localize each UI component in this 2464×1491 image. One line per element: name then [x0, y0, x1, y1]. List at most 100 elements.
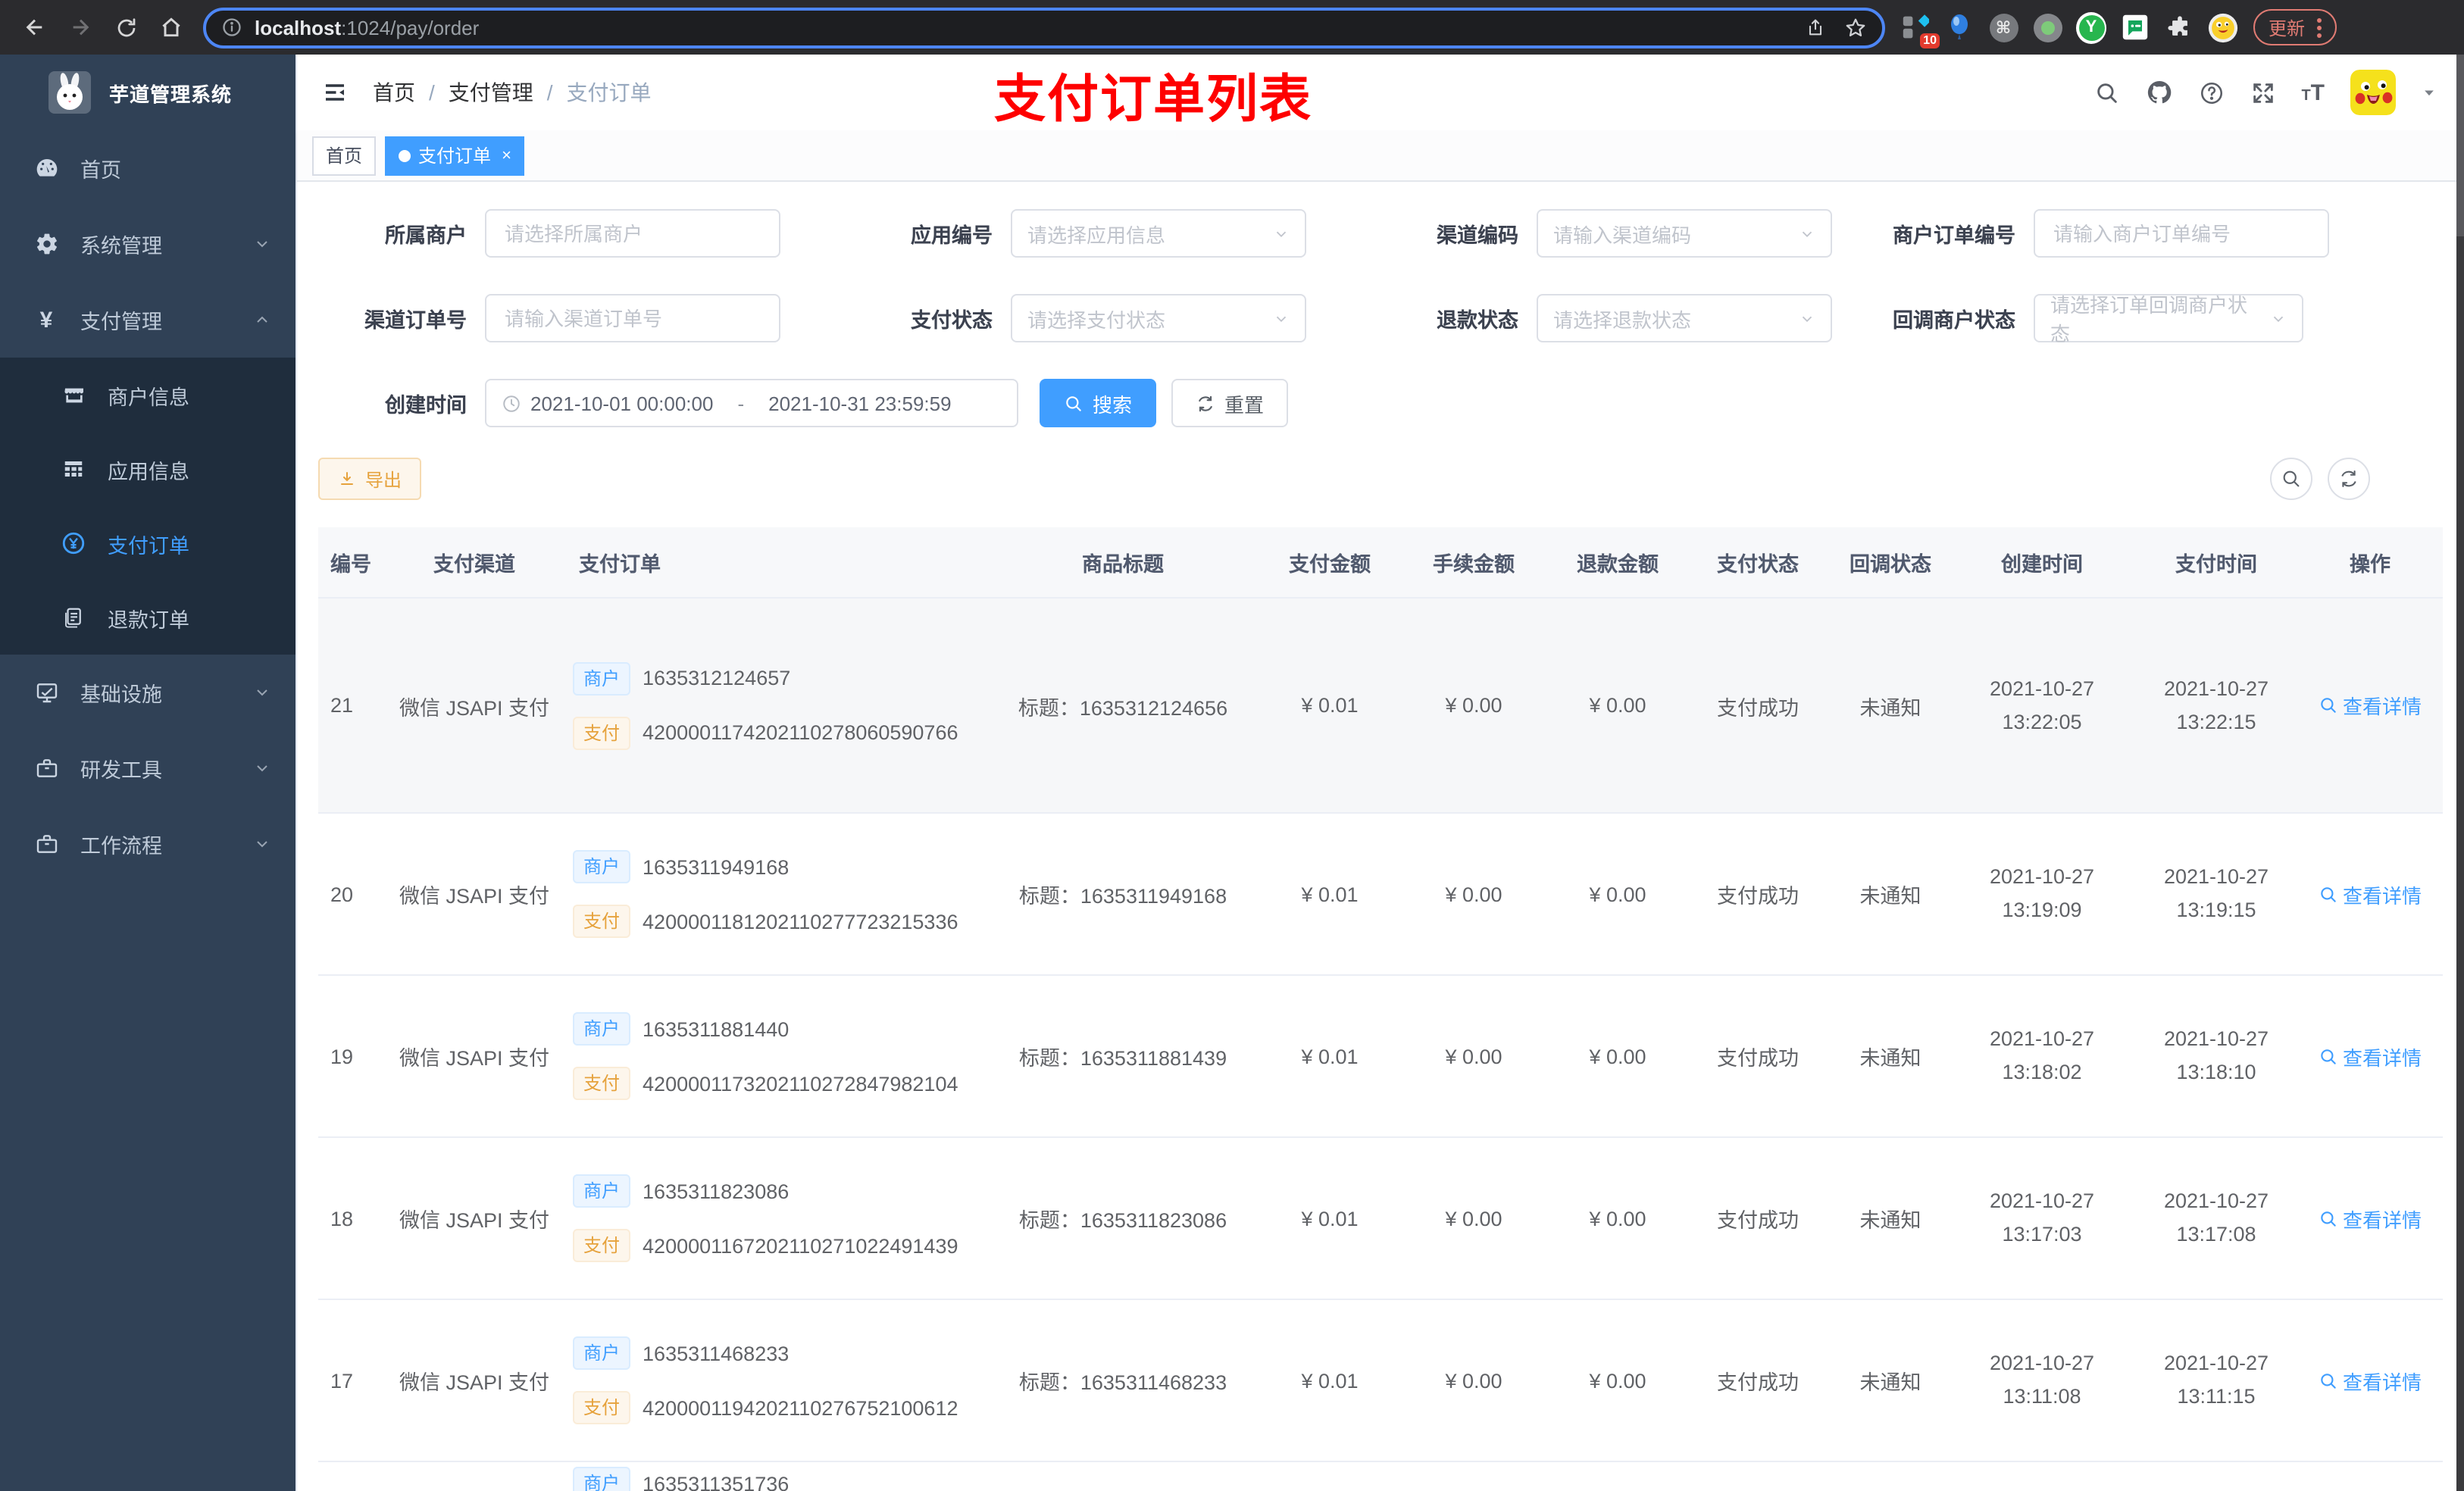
table-row: 21 微信 JSAPI 支付 商户 1635312124657 支付 42000…	[318, 599, 2443, 814]
cell-create-time: 2021-10-27 13:17:03	[1989, 1189, 2095, 1246]
grid-table-icon	[61, 456, 86, 482]
sidebar-item-app-info[interactable]: 应用信息	[0, 432, 295, 506]
search-icon	[2321, 1211, 2336, 1226]
reload-icon[interactable]	[106, 8, 145, 47]
cell-pay-time: 2021-10-27 13:17:08	[2163, 1189, 2269, 1246]
view-detail-link[interactable]: 查看详情	[2319, 691, 2422, 720]
table-toolbar: 导出	[318, 458, 2443, 500]
view-detail-link[interactable]: 查看详情	[2319, 880, 2422, 908]
tab-pay-order[interactable]: 支付订单 ×	[385, 136, 525, 175]
url-bar[interactable]: localhost:1024/pay/order	[203, 7, 1885, 48]
breadcrumb-section[interactable]: 支付管理	[449, 77, 533, 108]
forward-icon[interactable]	[61, 8, 100, 47]
reset-button[interactable]: 重置	[1171, 379, 1289, 427]
view-detail-link[interactable]: 查看详情	[2319, 1366, 2422, 1395]
sidebar-item-home[interactable]: 首页	[0, 130, 295, 206]
chevron-down-icon	[253, 235, 271, 253]
command-extension-icon[interactable]: ⌘	[1988, 12, 2018, 42]
search-button[interactable]: 搜索	[1040, 379, 1157, 427]
browser-menu-icon[interactable]	[2317, 17, 2322, 37]
app-title: 芋道管理系统	[109, 83, 233, 105]
github-icon[interactable]	[2145, 79, 2172, 106]
back-icon[interactable]	[15, 8, 55, 47]
pay-order-no: 4200001173202110272847982104	[643, 1072, 958, 1095]
breadcrumb-home[interactable]: 首页	[373, 77, 415, 108]
col-status: 支付状态	[1717, 553, 1799, 576]
cell-id: 19	[330, 1045, 354, 1067]
table-row: 19 微信 JSAPI 支付 商户 1635311881440 支付 42000…	[318, 976, 2443, 1138]
filter-label-chcode: 渠道编码	[1437, 224, 1518, 247]
sidebar-item-infrastructure[interactable]: 基础设施	[0, 655, 295, 730]
merchant-tag: 商户	[573, 850, 631, 883]
sidebar-item-pay-order[interactable]: 支付订单	[0, 506, 295, 580]
share-icon[interactable]	[1805, 17, 1826, 38]
merchant-input[interactable]	[502, 220, 764, 246]
refresh-table-button[interactable]	[2328, 458, 2370, 500]
app-logo[interactable]: 芋道管理系统	[0, 55, 295, 130]
help-icon[interactable]	[2198, 80, 2224, 105]
bookmark-star-icon[interactable]	[1844, 16, 1867, 39]
filter-label-paystate: 支付状态	[911, 309, 993, 332]
sidebar-item-pay[interactable]: ¥ 支付管理	[0, 282, 295, 358]
balloon-extension-icon[interactable]	[1944, 12, 1975, 42]
search-icon[interactable]	[2093, 80, 2119, 105]
tab-groups-extension-icon[interactable]: 10	[1900, 12, 1940, 48]
mchorder-field[interactable]	[2034, 209, 2329, 258]
home-icon[interactable]	[152, 8, 191, 47]
view-detail-link[interactable]: 查看详情	[2319, 1204, 2422, 1233]
cell-id	[318, 1462, 385, 1491]
sidebar-item-dev-tools[interactable]: 研发工具	[0, 730, 295, 806]
recorder-extension-icon[interactable]	[2032, 12, 2062, 42]
toggle-search-button[interactable]	[2270, 458, 2312, 500]
merchant-tag: 商户	[573, 1467, 631, 1491]
close-tab-icon[interactable]: ×	[502, 146, 511, 164]
export-button[interactable]: 导出	[318, 458, 422, 500]
notifystate-select[interactable]: 请选择订单回调商户状态	[2034, 294, 2303, 345]
sidebar-item-refund-order[interactable]: 退款订单	[0, 580, 295, 655]
merchant-select[interactable]	[485, 209, 780, 258]
site-info-icon[interactable]	[221, 17, 242, 38]
chcode-select[interactable]: 请输入渠道编码	[1537, 209, 1832, 258]
extensions-puzzle-icon[interactable]	[2164, 12, 2194, 42]
refundstate-select[interactable]: 请选择退款状态	[1537, 294, 1832, 342]
main-area: 首页 / 支付管理 / 支付订单 支付订单列表 TT 首页 支付订单 × 所属商…	[295, 55, 2464, 1491]
cell-id: 20	[330, 883, 354, 905]
avatar-caret-icon[interactable]	[2422, 85, 2437, 100]
view-detail-link[interactable]: 查看详情	[2319, 1042, 2422, 1071]
page-scrollbar[interactable]	[2456, 55, 2464, 1491]
paystate-select[interactable]: 请选择支付状态	[1011, 294, 1306, 342]
sidebar-item-system[interactable]: 系统管理	[0, 206, 295, 282]
user-avatar[interactable]	[2350, 70, 2396, 115]
cell-fee: ¥ 0.00	[1445, 1045, 1502, 1067]
col-op: 操作	[2350, 553, 2391, 576]
chorder-field[interactable]	[485, 294, 780, 342]
cell-fee: ¥ 0.00	[1445, 1369, 1502, 1392]
sidebar-collapse-icon[interactable]	[321, 79, 349, 106]
tab-home[interactable]: 首页	[312, 136, 377, 175]
profile-avatar[interactable]	[2208, 12, 2238, 42]
y-extension-icon[interactable]: Y	[2076, 11, 2106, 43]
appno-select[interactable]: 请选择应用信息	[1011, 209, 1306, 258]
chrome-update-button[interactable]: 更新	[2253, 9, 2337, 45]
sidebar-item-workflow[interactable]: 工作流程	[0, 806, 295, 882]
cell-refund: ¥ 0.00	[1589, 694, 1646, 717]
cell-channel	[385, 1462, 564, 1491]
filter-label-ctime: 创建时间	[385, 394, 467, 417]
cell-create-time: 2021-10-27 13:19:09	[1989, 865, 2095, 921]
mchorder-input[interactable]	[2050, 220, 2312, 246]
orders-table: 编号 支付渠道 支付订单 商品标题 支付金额 手续金额 退款金额 支付状态 回调…	[318, 527, 2443, 1491]
create-time-range-picker[interactable]: 2021-10-01 00:00:00 - 2021-10-31 23:59:5…	[485, 379, 1018, 427]
cell-notify	[1826, 1462, 1955, 1491]
merchant-order-no: 1635311881440	[643, 1017, 790, 1040]
chat-extension-icon[interactable]	[2120, 12, 2150, 42]
cell-id: 18	[330, 1207, 354, 1230]
sidebar: 芋道管理系统 首页 系统管理 ¥ 支付管理 商户信息 应用信息 支付订单 退款订…	[0, 55, 295, 1491]
font-size-icon[interactable]: TT	[2301, 80, 2325, 105]
refresh-icon	[1198, 395, 1213, 411]
search-icon	[2321, 886, 2336, 902]
fullscreen-icon[interactable]	[2250, 80, 2275, 105]
chorder-input[interactable]	[502, 305, 764, 331]
chevron-down-icon	[253, 835, 271, 853]
chevron-down-icon	[1273, 225, 1290, 242]
sidebar-item-merchant-info[interactable]: 商户信息	[0, 358, 295, 432]
